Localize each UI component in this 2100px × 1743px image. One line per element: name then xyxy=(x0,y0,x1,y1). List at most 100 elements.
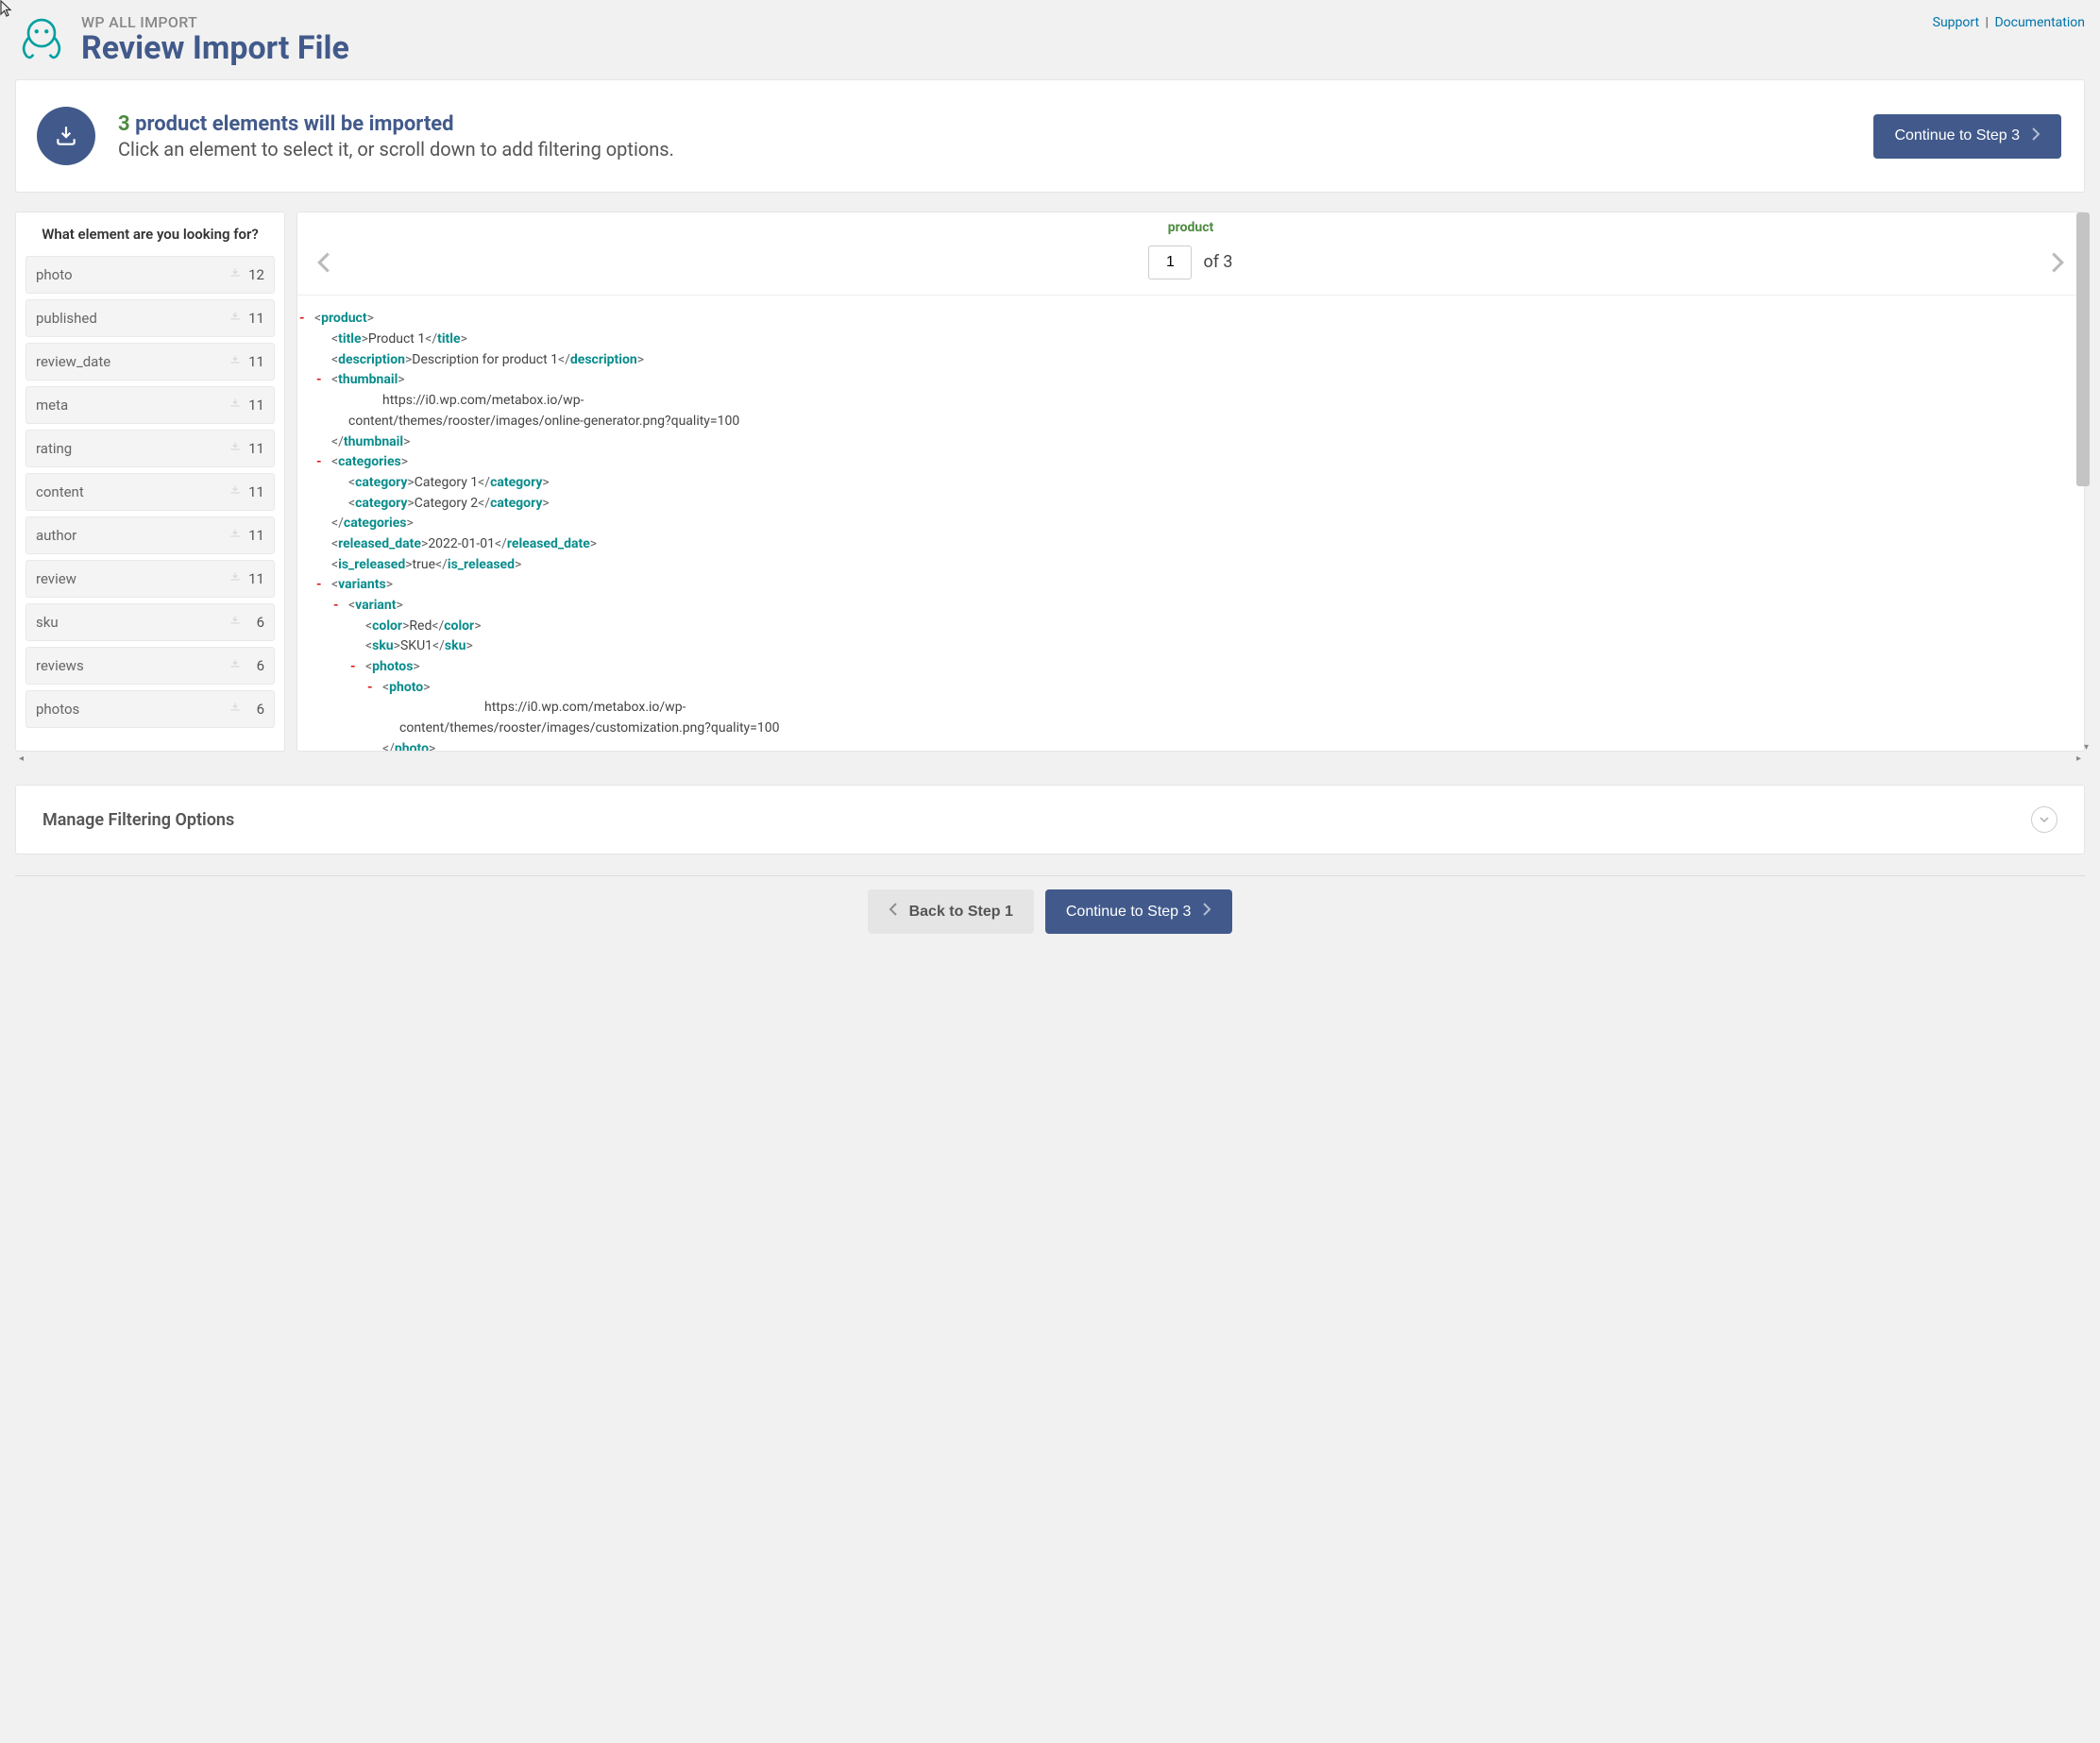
documentation-link[interactable]: Documentation xyxy=(1994,15,2085,30)
sidebar-title: What element are you looking for? xyxy=(25,226,275,243)
xml-line[interactable]: -<variant> xyxy=(314,596,2067,617)
expand-filter-button[interactable] xyxy=(2031,806,2058,833)
element-item[interactable]: meta11 xyxy=(25,386,275,424)
toggle-icon[interactable]: - xyxy=(316,452,328,473)
xml-line[interactable]: </categories> xyxy=(314,514,2067,534)
back-label: Back to Step 1 xyxy=(909,904,1013,921)
import-icon xyxy=(37,107,95,165)
xml-line[interactable]: <description>Description for product 1</… xyxy=(314,350,2067,371)
import-count: 3 xyxy=(118,112,130,136)
continue-button-top[interactable]: Continue to Step 3 xyxy=(1873,114,2061,159)
xml-line[interactable]: -<thumbnail> xyxy=(314,370,2067,391)
toggle-icon[interactable]: - xyxy=(299,309,311,330)
element-count: 6 xyxy=(247,701,264,718)
xml-line[interactable]: -<photo> xyxy=(314,678,2067,699)
xml-line[interactable]: </photo> xyxy=(314,739,2067,752)
download-icon xyxy=(229,397,242,414)
element-item[interactable]: sku 6 xyxy=(25,603,275,641)
toggle-icon[interactable]: - xyxy=(350,657,362,678)
toggle-icon[interactable]: - xyxy=(316,370,328,391)
prev-record-button[interactable] xyxy=(311,246,337,282)
element-name: sku xyxy=(36,614,59,631)
scroll-thumb[interactable] xyxy=(2076,212,2090,486)
download-icon xyxy=(229,657,242,674)
element-item[interactable]: published11 xyxy=(25,299,275,337)
element-item[interactable]: reviews6 xyxy=(25,647,275,685)
app-logo-icon xyxy=(15,13,68,66)
xml-line[interactable]: <category>Category 1</category> xyxy=(314,473,2067,494)
import-count-suffix: product elements will be imported xyxy=(135,112,453,136)
chevron-right-icon xyxy=(2031,127,2041,145)
xml-line[interactable]: -<categories> xyxy=(314,452,2067,473)
element-name: photos xyxy=(36,701,79,718)
workspace: What element are you looking for? photo 1… xyxy=(15,212,2085,752)
horizontal-scroll-hint: ◂ ▸ xyxy=(15,752,2085,764)
xml-line[interactable]: -<photos> xyxy=(314,657,2067,678)
download-icon xyxy=(229,483,242,500)
xml-line[interactable]: <category>Category 2</category> xyxy=(314,494,2067,515)
root-element-label: product xyxy=(1168,220,1213,235)
chevron-left-icon xyxy=(889,903,898,921)
download-icon xyxy=(229,353,242,370)
filter-panel[interactable]: Manage Filtering Options xyxy=(15,785,2085,855)
vertical-scrollbar[interactable]: ▴ ▾ xyxy=(2076,212,2090,751)
element-name: reviews xyxy=(36,657,84,674)
xml-line[interactable]: </thumbnail> xyxy=(314,432,2067,453)
element-count: 6 xyxy=(247,614,264,631)
element-count: 11 xyxy=(247,310,264,327)
footer-nav: Back to Step 1 Continue to Step 3 xyxy=(15,889,2085,934)
back-button[interactable]: Back to Step 1 xyxy=(868,889,1034,934)
element-item[interactable]: photo 12 xyxy=(25,256,275,294)
element-count: 11 xyxy=(247,570,264,587)
element-name: review_date xyxy=(36,353,110,370)
page-title: Review Import File xyxy=(81,31,349,66)
element-item[interactable]: photos 6 xyxy=(25,690,275,728)
xml-line[interactable]: <color>Red</color> xyxy=(314,617,2067,637)
continue-label: Continue to Step 3 xyxy=(1894,127,2020,144)
download-icon xyxy=(229,701,242,718)
element-count: 11 xyxy=(247,527,264,544)
element-name: author xyxy=(36,527,76,544)
xml-line[interactable]: <sku>SKU1</sku> xyxy=(314,636,2067,657)
element-item[interactable]: content 11 xyxy=(25,473,275,511)
page-header: WP ALL IMPORT Review Import File Support… xyxy=(15,13,2085,66)
xml-line[interactable]: -<variants> xyxy=(314,575,2067,596)
download-icon xyxy=(229,440,242,457)
divider xyxy=(15,875,2085,876)
next-record-button[interactable] xyxy=(2044,246,2071,282)
xml-line[interactable]: <title>Product 1</title> xyxy=(314,330,2067,350)
element-item[interactable]: author 11 xyxy=(25,516,275,554)
xml-line[interactable]: https://i0.wp.com/metabox.io/wp-content/… xyxy=(314,698,805,738)
xml-line[interactable]: https://i0.wp.com/metabox.io/wp-content/… xyxy=(314,391,805,432)
filter-panel-label: Manage Filtering Options xyxy=(42,810,234,830)
page-input[interactable] xyxy=(1148,245,1192,279)
xml-body[interactable]: -<product><title>Product 1</title><descr… xyxy=(297,296,2084,751)
toggle-icon[interactable]: - xyxy=(367,678,379,699)
download-icon xyxy=(229,310,242,327)
chevron-right-icon xyxy=(1202,903,1211,921)
continue-button-bottom[interactable]: Continue to Step 3 xyxy=(1045,889,1233,934)
element-count: 12 xyxy=(247,266,264,283)
toggle-icon[interactable]: - xyxy=(316,575,328,596)
toggle-icon[interactable]: - xyxy=(333,596,345,617)
element-item[interactable]: review 11 xyxy=(25,560,275,598)
download-icon xyxy=(229,614,242,631)
element-count: 11 xyxy=(247,483,264,500)
xml-line[interactable]: <is_released>true</is_released> xyxy=(314,555,2067,576)
support-link[interactable]: Support xyxy=(1933,15,1979,30)
element-name: review xyxy=(36,570,76,587)
element-name: photo xyxy=(36,266,73,283)
xml-preview-panel: product of 3 -<product><title>Product 1<… xyxy=(296,212,2085,752)
xml-line[interactable]: -<product> xyxy=(314,309,2067,330)
element-count: 11 xyxy=(247,440,264,457)
element-count: 11 xyxy=(247,353,264,370)
scroll-left-icon[interactable]: ◂ xyxy=(19,753,24,764)
element-item[interactable]: review_date 11 xyxy=(25,343,275,381)
scroll-right-icon[interactable]: ▸ xyxy=(2076,753,2081,764)
xml-line[interactable]: <released_date>2022-01-01</released_date… xyxy=(314,534,2067,555)
import-hint: Click an element to select it, or scroll… xyxy=(118,138,674,161)
element-name: meta xyxy=(36,397,68,414)
element-item[interactable]: rating11 xyxy=(25,430,275,467)
scroll-down-icon[interactable]: ▾ xyxy=(2084,742,2089,753)
element-name: content xyxy=(36,483,84,500)
